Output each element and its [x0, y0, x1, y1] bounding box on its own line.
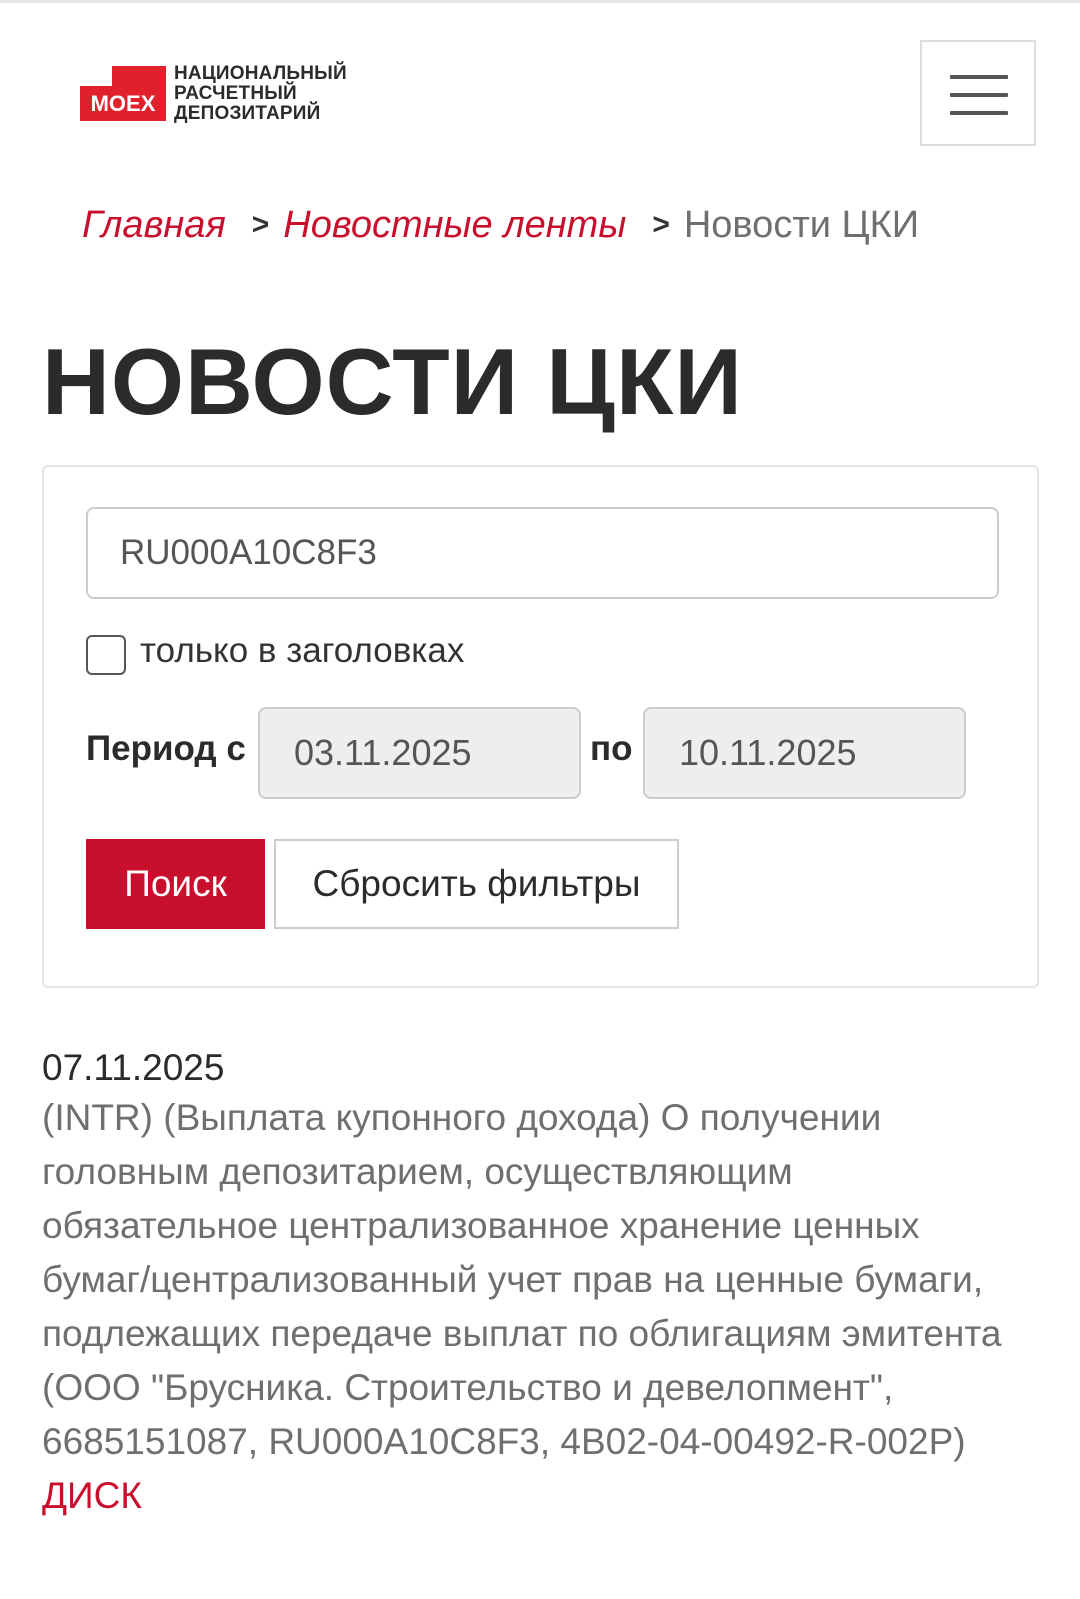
breadcrumb-separator: > — [652, 208, 670, 241]
reset-filters-button[interactable]: Сбросить фильтры — [274, 839, 679, 929]
logo-line-2: РАСЧЕТНЫЙ — [174, 83, 297, 104]
page: MOEX НАЦИОНАЛЬНЫЙ РАСЧЕТНЫЙ ДЕПОЗИТАРИЙ … — [0, 0, 1080, 1599]
breadcrumb-separator: > — [251, 208, 270, 241]
menu-icon-bar-top — [950, 75, 1008, 79]
only-headlines-checkbox[interactable] — [86, 635, 126, 675]
only-headlines-option[interactable]: только в заголовках — [86, 631, 464, 675]
breadcrumb-news-feeds-link[interactable]: Новостные ленты — [283, 204, 626, 246]
period-to-input[interactable] — [643, 707, 966, 799]
breadcrumb-home-link[interactable]: Главная — [82, 204, 226, 246]
news-headline[interactable]: (INTR) (Выплата купонного дохода) О полу… — [42, 1097, 1001, 1462]
search-input[interactable] — [86, 507, 999, 599]
page-title: НОВОСТИ ЦКИ — [42, 329, 743, 434]
breadcrumb: Главная > Новостные ленты > Новости ЦКИ — [82, 203, 919, 250]
logo-line-1: НАЦИОНАЛЬНЫЙ — [174, 63, 347, 84]
search-button[interactable]: Поиск — [86, 839, 265, 929]
breadcrumb-current: Новости ЦКИ — [683, 204, 920, 246]
menu-icon-bar-bottom — [950, 111, 1008, 115]
news-item: 07.11.2025 (INTR) (Выплата купонного дох… — [42, 1045, 1022, 1523]
logo-wordmark: НАЦИОНАЛЬНЫЙ РАСЧЕТНЫЙ ДЕПОЗИТАРИЙ — [174, 64, 347, 124]
period-from-label: Период с — [86, 729, 246, 768]
news-text[interactable]: (INTR) (Выплата купонного дохода) О полу… — [42, 1091, 1022, 1523]
top-divider — [0, 0, 1080, 3]
period-from-input[interactable] — [258, 707, 581, 799]
logo-mark-top — [112, 66, 166, 88]
only-headlines-label: только в заголовках — [140, 631, 465, 670]
period-to-label: по — [590, 729, 633, 768]
news-source-tag[interactable]: ДИСК — [42, 1475, 142, 1516]
menu-icon-bar-middle — [950, 93, 1008, 97]
logo-mark-text: MOEX — [80, 86, 166, 121]
menu-button[interactable] — [920, 40, 1036, 146]
nsd-logo[interactable]: MOEX НАЦИОНАЛЬНЫЙ РАСЧЕТНЫЙ ДЕПОЗИТАРИЙ — [80, 64, 347, 124]
moex-logo-mark: MOEX — [80, 66, 166, 122]
news-date: 07.11.2025 — [42, 1047, 225, 1088]
filter-panel: только в заголовках Период с по Поиск Сб… — [42, 465, 1039, 988]
logo-line-3: ДЕПОЗИТАРИЙ — [174, 103, 321, 124]
